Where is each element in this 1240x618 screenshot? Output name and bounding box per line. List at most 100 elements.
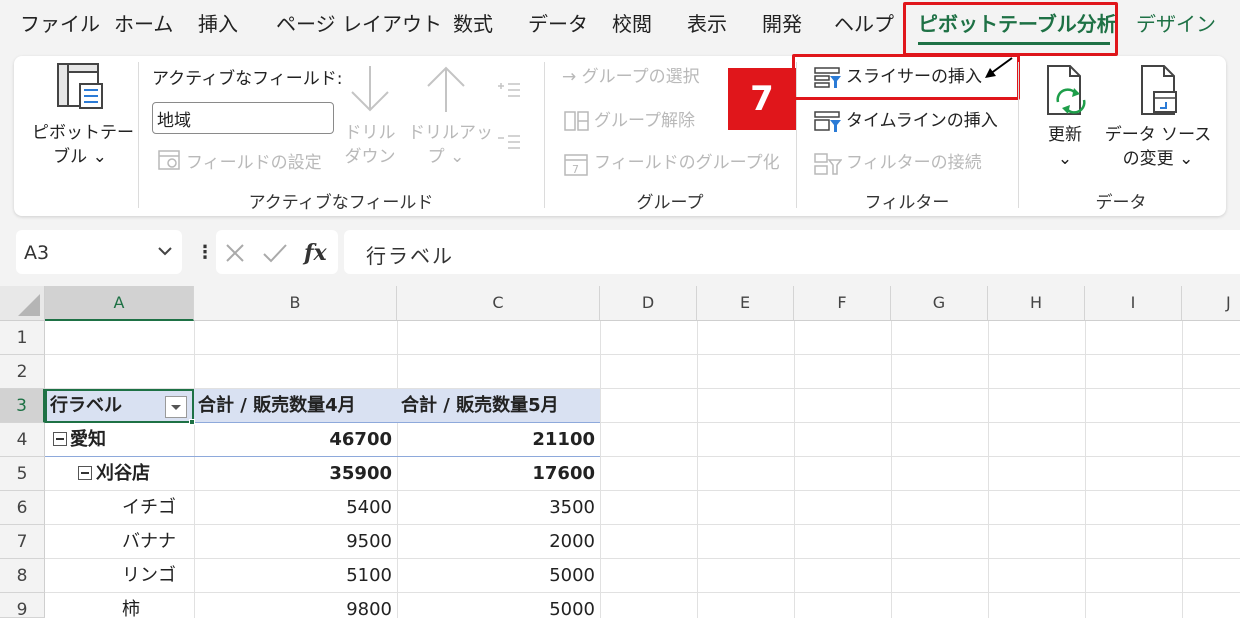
tab-design[interactable]: デザイン xyxy=(1136,10,1216,38)
drill-down-label-2: ダウン xyxy=(344,147,396,167)
refresh-label-1: 更新 xyxy=(1048,125,1082,145)
ribbon-tab-bar: ファイル ホーム 挿入 ページ レイアウト 数式 データ 校閲 表示 開発 ヘル… xyxy=(0,0,1240,56)
tab-data[interactable]: データ xyxy=(528,10,588,38)
collapse-icon[interactable] xyxy=(78,466,92,480)
row-header-7[interactable]: 7 xyxy=(0,525,45,559)
row-header-4[interactable]: 4 xyxy=(0,423,45,457)
pivot-value-b[interactable]: 5400 xyxy=(194,491,392,525)
refresh-icon xyxy=(1047,65,1086,115)
row-header-9[interactable]: 9 xyxy=(0,593,45,618)
group-label-active-field: アクティブなフィールド xyxy=(248,193,434,213)
pivot-value-c[interactable]: 5000 xyxy=(397,593,595,618)
pivottable-label-2: ブル ⌄ xyxy=(53,147,107,167)
pivot-row-label[interactable]: 刈谷店 xyxy=(96,457,150,491)
pivot-row-label[interactable]: バナナ xyxy=(122,525,176,559)
row-header-6[interactable]: 6 xyxy=(0,491,45,525)
pivot-value-c[interactable]: 17600 xyxy=(397,457,595,491)
pivot-value-b[interactable]: 46700 xyxy=(194,423,392,457)
insert-timeline-label: タイムラインの挿入 xyxy=(846,111,998,131)
group-label-data: データ xyxy=(1095,193,1147,213)
grid-line xyxy=(1182,321,1183,618)
group-label-filter: フィルター xyxy=(864,193,950,213)
formula-input[interactable]: 行ラベル xyxy=(344,230,1240,274)
expand-field-icon[interactable] xyxy=(496,80,522,102)
calendar-icon: 7 xyxy=(564,154,588,176)
column-header-b[interactable]: B xyxy=(194,286,397,321)
name-box[interactable]: A3 xyxy=(16,230,182,274)
row-header-5[interactable]: 5 xyxy=(0,457,45,491)
pivot-row-label[interactable]: リンゴ xyxy=(122,559,176,593)
tab-help[interactable]: ヘルプ xyxy=(834,10,894,38)
grid-line xyxy=(45,354,1240,355)
filter-connections-icon xyxy=(814,153,842,175)
row-header-8[interactable]: 8 xyxy=(0,559,45,593)
tab-view[interactable]: 表示 xyxy=(687,10,727,38)
column-header-i[interactable]: I xyxy=(1085,286,1182,321)
active-field-input[interactable] xyxy=(152,102,334,134)
tab-home[interactable]: ホーム xyxy=(114,10,173,38)
row-header-1[interactable]: 1 xyxy=(0,321,45,355)
row-header-3[interactable]: 3 xyxy=(0,389,45,423)
pivot-value-b[interactable]: 35900 xyxy=(194,457,392,491)
ungroup-icon xyxy=(564,111,589,131)
cancel-icon[interactable] xyxy=(224,242,246,264)
more-options-icon[interactable]: ⋮ xyxy=(196,242,214,263)
grid-line xyxy=(1085,321,1086,618)
tab-review[interactable]: 校閲 xyxy=(612,10,652,38)
column-header-d[interactable]: D xyxy=(600,286,697,321)
column-header-j[interactable]: J xyxy=(1182,286,1240,321)
pivot-col-b-header[interactable]: 合計 / 販売数量4月 xyxy=(198,389,356,423)
row-header-2[interactable]: 2 xyxy=(0,355,45,389)
group-selection-button[interactable]: → グループの選択 xyxy=(562,66,700,88)
pivot-value-c[interactable]: 21100 xyxy=(397,423,595,457)
formula-text: 行ラベル xyxy=(366,244,454,268)
pivot-value-b[interactable]: 9500 xyxy=(194,525,392,559)
pivot-row-label[interactable]: 柿 xyxy=(122,593,140,618)
step-badge: 7 xyxy=(728,68,796,130)
ungroup-label: グループ解除 xyxy=(594,111,695,131)
field-settings-icon xyxy=(158,150,180,170)
pivottable-label-1: ピボットテー xyxy=(32,123,134,143)
column-header-e[interactable]: E xyxy=(697,286,794,321)
timeline-icon xyxy=(814,111,841,132)
tab-file[interactable]: ファイル xyxy=(20,10,100,38)
tab-insert[interactable]: 挿入 xyxy=(198,10,238,38)
change-source-label-1: データ ソース xyxy=(1104,125,1212,145)
pivot-row-label[interactable]: イチゴ xyxy=(122,491,176,525)
column-header-f[interactable]: F xyxy=(794,286,891,321)
name-box-value: A3 xyxy=(24,242,50,264)
tab-page-layout[interactable]: ページ レイアウト xyxy=(276,10,442,38)
pivot-col-c-header[interactable]: 合計 / 販売数量5月 xyxy=(401,389,559,423)
pivot-value-c[interactable]: 5000 xyxy=(397,559,595,593)
column-header-g[interactable]: G xyxy=(891,286,988,321)
ribbon: ピボットテー ブル ⌄ アクティブなフィールド: フィールドの設定 ドリル ダウ… xyxy=(14,54,1226,216)
pivot-value-b[interactable]: 5100 xyxy=(194,559,392,593)
pivot-value-b[interactable]: 9800 xyxy=(194,593,392,618)
tab-highlight-box xyxy=(903,2,1118,56)
drill-up-label-2: プ ⌄ xyxy=(427,147,465,167)
grid-line xyxy=(988,321,989,618)
tab-formulas[interactable]: 数式 xyxy=(453,10,493,38)
formula-actions: fx xyxy=(216,230,338,274)
chevron-down-icon[interactable] xyxy=(156,242,174,260)
select-all-button[interactable] xyxy=(0,286,45,321)
change-source-icon xyxy=(1141,65,1177,115)
column-header-a[interactable]: A xyxy=(45,286,194,321)
pivot-row-label[interactable]: 愛知 xyxy=(70,423,106,457)
collapse-icon[interactable] xyxy=(53,432,67,446)
column-header-h[interactable]: H xyxy=(988,286,1085,321)
grid-line xyxy=(794,321,795,618)
worksheet-grid: A B C D E F G H I J 1 2 3 4 5 6 7 8 9 行ラ… xyxy=(0,286,1240,618)
tab-developer[interactable]: 開発 xyxy=(762,10,802,38)
insert-function-icon[interactable]: fx xyxy=(302,238,330,268)
group-separator xyxy=(544,62,545,208)
grid-line xyxy=(600,321,601,618)
selected-cell-a3 xyxy=(45,389,194,423)
drill-down-label-1: ドリル xyxy=(344,123,396,143)
pivot-value-c[interactable]: 3500 xyxy=(397,491,595,525)
collapse-field-icon[interactable] xyxy=(496,132,522,154)
column-header-c[interactable]: C xyxy=(397,286,600,321)
group-field-label: フィールドのグループ化 xyxy=(594,153,780,173)
confirm-icon[interactable] xyxy=(262,242,288,264)
pivot-value-c[interactable]: 2000 xyxy=(397,525,595,559)
